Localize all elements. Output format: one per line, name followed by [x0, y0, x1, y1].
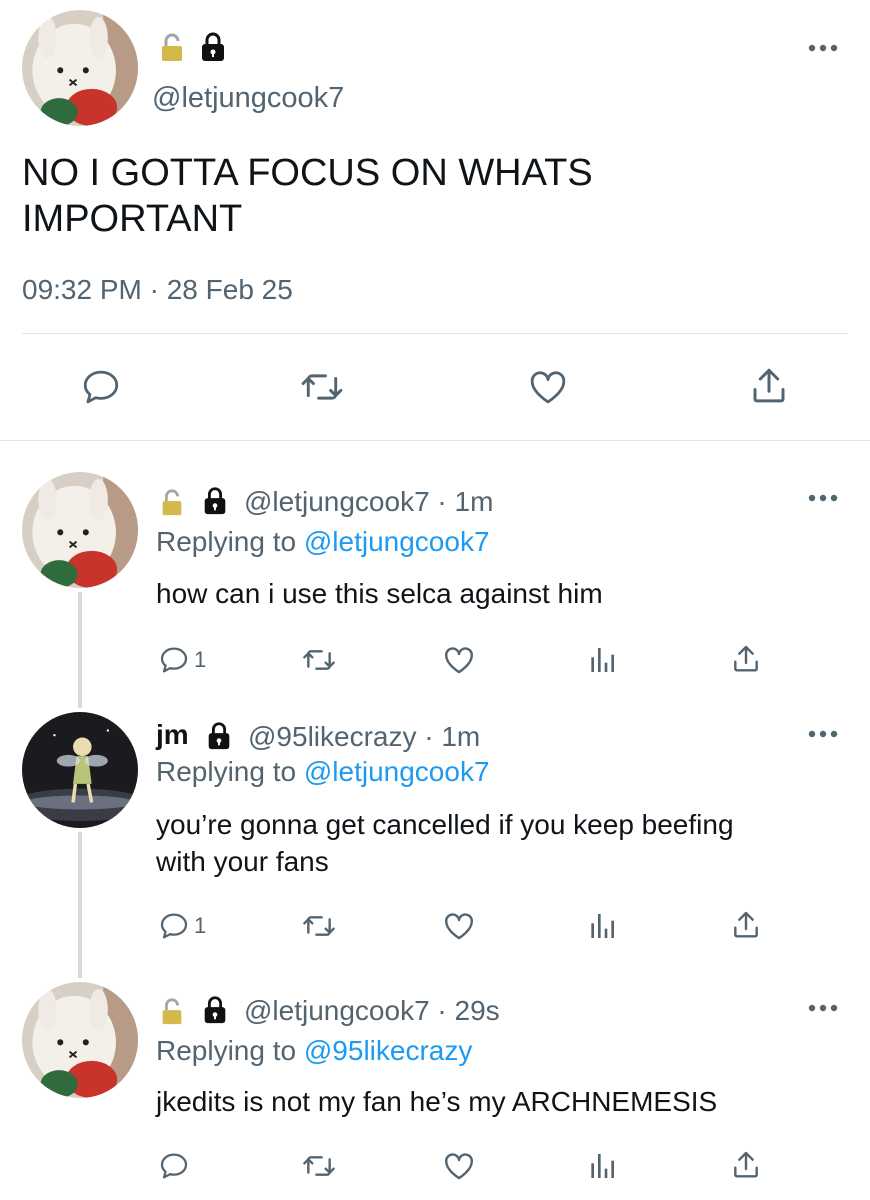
reply-handle-time[interactable]: @95likecrazy · 1m: [248, 721, 480, 753]
reply-text-line2: with your fans: [156, 846, 329, 877]
main-tweet-text-line2: IMPORTANT: [22, 198, 243, 240]
lock-open-icon: [160, 997, 184, 1025]
views-button[interactable]: [588, 910, 616, 942]
replying-to-link[interactable]: @letjungcook7: [304, 756, 490, 787]
replying-to-link[interactable]: @letjungcook7: [304, 526, 490, 557]
lock-icon: [202, 485, 228, 515]
reply-handle-time[interactable]: @letjungcook7 · 1m: [244, 486, 493, 518]
like-button[interactable]: [526, 366, 570, 408]
views-button[interactable]: [588, 1150, 616, 1182]
main-tweet-text-line1: NO I GOTTA FOCUS ON WHATS: [22, 152, 593, 194]
more-icon[interactable]: [806, 490, 840, 506]
avatar-main[interactable]: [22, 10, 138, 126]
main-timestamp[interactable]: 09:32 PM · 28 Feb 25: [22, 274, 293, 306]
reply-icon: [158, 910, 190, 942]
share-button[interactable]: [730, 642, 762, 676]
retweet-button[interactable]: [300, 644, 338, 676]
reply-button[interactable]: 1: [158, 910, 206, 942]
avatar-reply-2[interactable]: [22, 712, 138, 828]
reply-button[interactable]: 1: [158, 644, 206, 676]
reply-text-line1: how can i use this selca against him: [156, 578, 603, 609]
replying-to-prefix: Replying to: [156, 756, 304, 787]
divider-main-bottom: [0, 440, 870, 441]
lock-icon: [202, 994, 228, 1024]
reply-text: you’re gonna get cancelled if you keep b…: [156, 806, 734, 880]
replying-to-link[interactable]: @95likecrazy: [304, 1035, 472, 1066]
lock-open-icon: [160, 488, 184, 516]
reply-button[interactable]: [158, 1150, 190, 1182]
views-button[interactable]: [588, 644, 616, 676]
main-handle[interactable]: @letjungcook7: [152, 82, 344, 115]
retweet-button[interactable]: [300, 1150, 338, 1182]
more-icon[interactable]: [806, 40, 840, 56]
retweet-button[interactable]: [298, 366, 346, 408]
avatar-reply-3[interactable]: [22, 982, 138, 1098]
reply-text-line1: you’re gonna get cancelled if you keep b…: [156, 809, 734, 840]
replying-to: Replying to @letjungcook7: [156, 526, 490, 558]
like-button[interactable]: [442, 909, 476, 943]
avatar-reply-1[interactable]: [22, 472, 138, 588]
replying-to: Replying to @95likecrazy: [156, 1035, 472, 1067]
reply-text: jkedits is not my fan he’s my ARCHNEMESI…: [156, 1084, 717, 1120]
reply-count: 1: [194, 913, 207, 938]
lock-open-icon: [160, 32, 184, 62]
replying-to-prefix: Replying to: [156, 1035, 304, 1066]
replying-to-prefix: Replying to: [156, 526, 304, 557]
reply-count: 1: [194, 647, 207, 672]
thread-line: [78, 592, 82, 708]
more-icon[interactable]: [806, 1000, 840, 1016]
share-button[interactable]: [748, 364, 790, 408]
divider-main-top: [22, 333, 848, 334]
reply-text: how can i use this selca against him: [156, 576, 603, 612]
lock-icon: [206, 720, 232, 750]
reply-author-name[interactable]: jm: [156, 719, 189, 751]
reply-icon: [158, 644, 190, 676]
replying-to: Replying to @letjungcook7: [156, 756, 490, 788]
reply-button[interactable]: [80, 366, 122, 408]
thread-line: [78, 832, 82, 978]
retweet-button[interactable]: [300, 910, 338, 942]
like-button[interactable]: [442, 643, 476, 677]
reply-text-line1: jkedits is not my fan he’s my ARCHNEMESI…: [156, 1086, 718, 1117]
reply-handle-time[interactable]: @letjungcook7 · 29s: [244, 995, 500, 1027]
like-button[interactable]: [442, 1149, 476, 1183]
main-tweet-text: NO I GOTTA FOCUS ON WHATS IMPORTANT: [22, 150, 593, 242]
share-button[interactable]: [730, 1148, 762, 1182]
lock-icon: [200, 30, 226, 62]
more-icon[interactable]: [806, 726, 840, 742]
share-button[interactable]: [730, 908, 762, 942]
